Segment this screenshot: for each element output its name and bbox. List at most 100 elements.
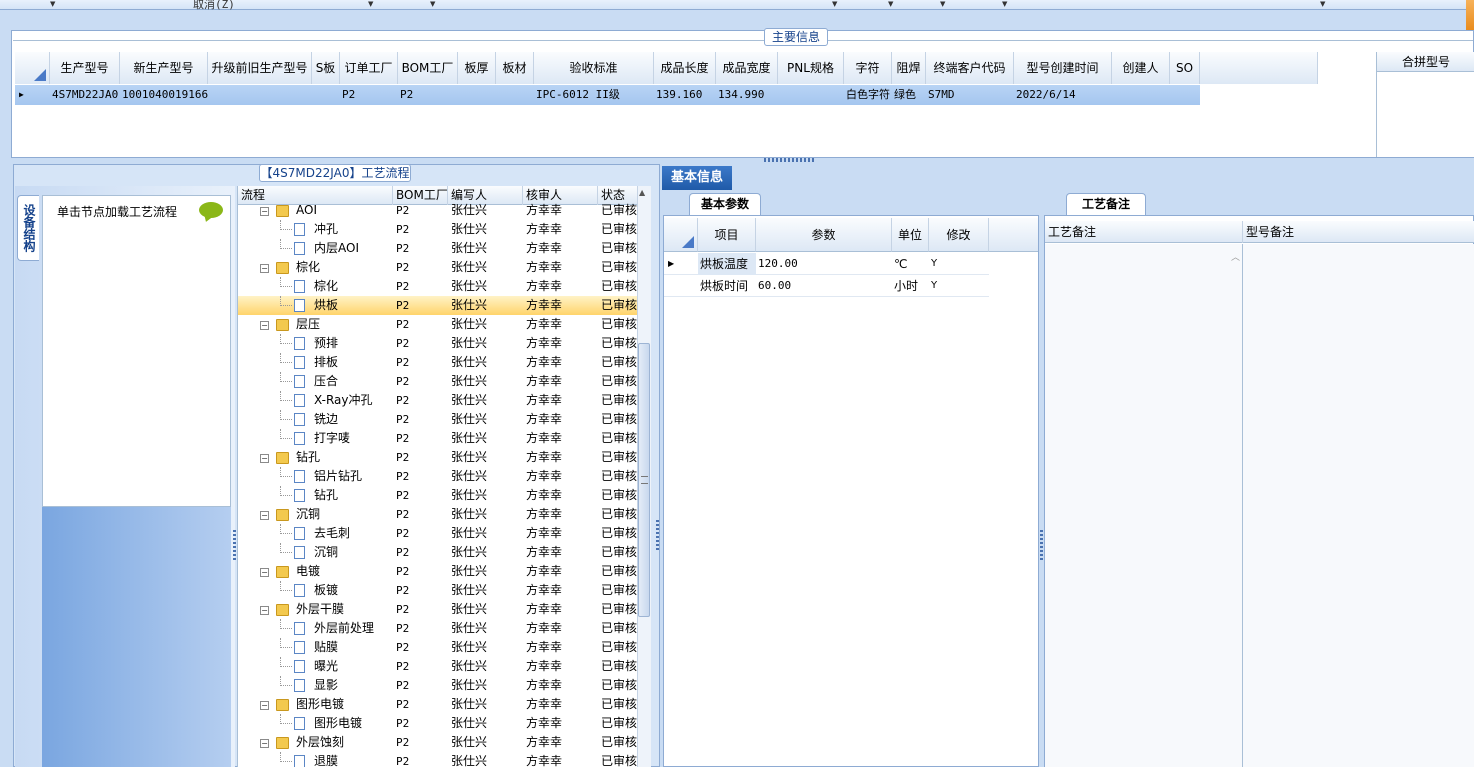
col-header[interactable]: 生产型号 xyxy=(50,52,120,84)
collapse-toggle-icon[interactable]: − xyxy=(260,321,269,330)
col-header[interactable]: 板材 xyxy=(496,52,534,84)
tree-node[interactable]: − 沉铜 xyxy=(238,505,393,524)
grid-corner-icon[interactable] xyxy=(15,52,50,84)
tree-node[interactable]: 打字唛 xyxy=(238,429,393,448)
param-value[interactable]: 60.00 xyxy=(756,275,892,297)
tab-basic-params[interactable]: 基本参数 xyxy=(689,193,761,215)
col-param[interactable]: 参数 xyxy=(756,218,892,252)
tree-node[interactable]: 沉铜 xyxy=(238,543,393,562)
tree-row[interactable]: − 层压 P2 张仕兴 方幸幸 已审核 xyxy=(238,315,637,334)
collapse-toggle-icon[interactable]: − xyxy=(260,511,269,520)
tree-row[interactable]: − 电镀 P2 张仕兴 方幸幸 已审核 xyxy=(238,562,637,581)
scrollbar-thumb[interactable] xyxy=(638,343,650,617)
tree-row[interactable]: 棕化 P2 张仕兴 方幸幸 已审核 xyxy=(238,277,637,296)
tree-row[interactable]: − AOI P2 张仕兴 方幸幸 已审核 xyxy=(238,201,637,220)
dropdown-arrow-icon[interactable]: ▼ xyxy=(832,0,837,8)
tree-node[interactable]: 退膜 xyxy=(238,752,393,767)
tree-node[interactable]: − 棕化 xyxy=(238,258,393,277)
tree-row[interactable]: 板镀 P2 张仕兴 方幸幸 已审核 xyxy=(238,581,637,600)
collapse-toggle-icon[interactable]: − xyxy=(260,701,269,710)
tree-row[interactable]: − 棕化 P2 张仕兴 方幸幸 已审核 xyxy=(238,258,637,277)
tree-row[interactable]: 铣边 P2 张仕兴 方幸幸 已审核 xyxy=(238,410,637,429)
tree-row[interactable]: 压合 P2 张仕兴 方幸幸 已审核 xyxy=(238,372,637,391)
process-notes-text[interactable] xyxy=(1045,244,1243,767)
model-notes-text[interactable] xyxy=(1243,244,1474,767)
tree-node[interactable]: − 钻孔 xyxy=(238,448,393,467)
tree-node[interactable]: 压合 xyxy=(238,372,393,391)
col-header[interactable]: SO xyxy=(1170,52,1200,84)
dropdown-arrow-icon[interactable]: ▼ xyxy=(888,0,893,8)
col-modify[interactable]: 修改 xyxy=(929,218,989,252)
col-header[interactable]: 新生产型号 xyxy=(120,52,208,84)
grid-corner-icon[interactable] xyxy=(664,218,698,252)
collapse-toggle-icon[interactable]: − xyxy=(260,739,269,748)
tree-node[interactable]: 钻孔 xyxy=(238,486,393,505)
tree-row[interactable]: 贴膜 P2 张仕兴 方幸幸 已审核 xyxy=(238,638,637,657)
splitter-grip[interactable] xyxy=(1040,530,1043,560)
tree-row[interactable]: 排板 P2 张仕兴 方幸幸 已审核 xyxy=(238,353,637,372)
col-header[interactable]: BOM工厂 xyxy=(398,52,458,84)
tree-row[interactable]: 钻孔 P2 张仕兴 方幸幸 已审核 xyxy=(238,486,637,505)
collapse-toggle-icon[interactable]: − xyxy=(260,207,269,216)
tree-node[interactable]: − AOI xyxy=(238,201,393,220)
splitter-grip[interactable] xyxy=(656,520,659,550)
param-value[interactable]: 120.00 xyxy=(756,253,892,275)
tree-row[interactable]: 去毛刺 P2 张仕兴 方幸幸 已审核 xyxy=(238,524,637,543)
tree-node[interactable]: − 外层蚀刻 xyxy=(238,733,393,752)
tree-node[interactable]: − 图形电镀 xyxy=(238,695,393,714)
cancel-button[interactable]: 取消(Z) xyxy=(193,0,235,12)
col-header[interactable]: 升级前旧生产型号 xyxy=(208,52,312,84)
tree-row[interactable]: 烘板 P2 张仕兴 方幸幸 已审核 xyxy=(238,296,637,315)
col-header[interactable]: 型号创建时间 xyxy=(1014,52,1112,84)
dropdown-arrow-icon[interactable]: ▼ xyxy=(940,0,945,8)
tree-row[interactable]: 铝片钻孔 P2 张仕兴 方幸幸 已审核 xyxy=(238,467,637,486)
param-row[interactable]: 烘板时间 60.00 小时 Y xyxy=(664,275,989,297)
merge-model-header[interactable]: 合拼型号 xyxy=(1377,52,1474,72)
col-header[interactable]: 板厚 xyxy=(458,52,496,84)
col-header[interactable]: S板 xyxy=(312,52,340,84)
tree-row[interactable]: 预排 P2 张仕兴 方幸幸 已审核 xyxy=(238,334,637,353)
tree-node[interactable]: 曝光 xyxy=(238,657,393,676)
tree-node[interactable]: − 电镀 xyxy=(238,562,393,581)
tree-row[interactable]: 外层前处理 P2 张仕兴 方幸幸 已审核 xyxy=(238,619,637,638)
tree-node[interactable]: 烘板 xyxy=(238,296,393,315)
tree-row[interactable]: 内层AOI P2 张仕兴 方幸幸 已审核 xyxy=(238,239,637,258)
col-header[interactable]: 字符 xyxy=(844,52,892,84)
collapse-toggle-icon[interactable]: − xyxy=(260,606,269,615)
splitter-grip[interactable] xyxy=(233,530,236,560)
col-model-notes[interactable]: 型号备注 xyxy=(1243,221,1474,243)
tree-node[interactable]: 棕化 xyxy=(238,277,393,296)
col-header[interactable]: 成品宽度 xyxy=(716,52,778,84)
dropdown-arrow-icon[interactable]: ▼ xyxy=(368,0,373,8)
tree-row[interactable]: X-Ray冲孔 P2 张仕兴 方幸幸 已审核 xyxy=(238,391,637,410)
tree-node[interactable]: 外层前处理 xyxy=(238,619,393,638)
param-row[interactable]: ▶ 烘板温度 120.00 ℃ Y xyxy=(664,253,989,275)
tab-basic-info[interactable]: 基本信息 xyxy=(662,166,732,190)
tree-row[interactable]: 曝光 P2 张仕兴 方幸幸 已审核 xyxy=(238,657,637,676)
collapse-toggle-icon[interactable]: − xyxy=(260,568,269,577)
tree-row[interactable]: − 外层干膜 P2 张仕兴 方幸幸 已审核 xyxy=(238,600,637,619)
tree-row[interactable]: − 外层蚀刻 P2 张仕兴 方幸幸 已审核 xyxy=(238,733,637,752)
tree-node[interactable]: 铣边 xyxy=(238,410,393,429)
tree-row[interactable]: 退膜 P2 张仕兴 方幸幸 已审核 xyxy=(238,752,637,767)
main-grid-row[interactable]: ▶ 4S7MD22JA0 10010400191661 P2 P2 IPC-6012 I… xyxy=(15,85,1200,105)
tree-row[interactable]: 打字唛 P2 张仕兴 方幸幸 已审核 xyxy=(238,429,637,448)
dropdown-arrow-icon[interactable]: ▼ xyxy=(1320,0,1325,8)
tree-row[interactable]: 图形电镀 P2 张仕兴 方幸幸 已审核 xyxy=(238,714,637,733)
col-header[interactable]: 终端客户代码 xyxy=(926,52,1014,84)
tree-node[interactable]: 冲孔 xyxy=(238,220,393,239)
dropdown-arrow-icon[interactable]: ▼ xyxy=(50,0,55,8)
tree-node[interactable]: 预排 xyxy=(238,334,393,353)
tree-node[interactable]: − 外层干膜 xyxy=(238,600,393,619)
tree-node[interactable]: 板镀 xyxy=(238,581,393,600)
scroll-up-icon[interactable]: ︿ xyxy=(1231,250,1240,263)
tree-node[interactable]: 贴膜 xyxy=(238,638,393,657)
col-header[interactable]: PNL规格 xyxy=(778,52,844,84)
tree-row[interactable]: 沉铜 P2 张仕兴 方幸幸 已审核 xyxy=(238,543,637,562)
col-header[interactable]: 阻焊 xyxy=(892,52,926,84)
col-header[interactable]: 成品长度 xyxy=(654,52,716,84)
collapse-toggle-icon[interactable]: − xyxy=(260,264,269,273)
tree-row[interactable]: 显影 P2 张仕兴 方幸幸 已审核 xyxy=(238,676,637,695)
scroll-up-icon[interactable]: ▲ xyxy=(639,188,645,197)
tree-row[interactable]: − 沉铜 P2 张仕兴 方幸幸 已审核 xyxy=(238,505,637,524)
